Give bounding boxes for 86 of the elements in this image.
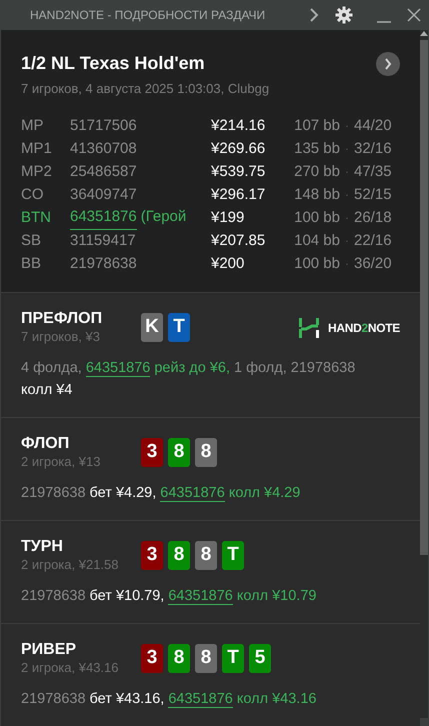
separator-dot: ·: [344, 258, 350, 272]
stack-bb: 100 bb: [293, 254, 340, 274]
player-id: 21978638: [70, 254, 137, 274]
player-stats: 26/18: [354, 208, 392, 228]
player-link[interactable]: 64351876: [168, 690, 233, 708]
position-label: CO: [21, 184, 44, 205]
logo-text: HAND2NOTE: [328, 320, 400, 336]
action-text: 21978638 бет ¥10.79, 64351876 колл ¥10.79: [21, 586, 318, 606]
stack-bb: 270 bb: [293, 162, 340, 182]
position-label: SB: [21, 230, 42, 251]
scroll-up-icon[interactable]: [420, 30, 428, 36]
action-text: 4 фолда, 64351876 рейз до ¥6, 1 фолд, 21978638 колл ¥4: [21, 358, 356, 400]
stack-amount: ¥269.66: [211, 138, 266, 159]
card: 8: [195, 540, 217, 570]
player-stats: 52/15: [354, 184, 392, 205]
close-icon[interactable]: [407, 8, 421, 22]
position-label: MP: [21, 116, 44, 136]
card: 8: [195, 644, 217, 672]
stack-bb: 107 bb: [293, 116, 340, 136]
street-name: ФЛОП: [21, 434, 70, 454]
stack-amount: ¥214.16: [211, 116, 266, 136]
stack-bb: 100 bb: [293, 208, 340, 228]
separator-dot: ·: [344, 188, 350, 202]
street-info: 2 игрока, ¥21.58: [21, 556, 120, 572]
card: 3: [141, 540, 163, 570]
logo-icon: [298, 316, 320, 338]
street-name: ТУРН: [21, 536, 64, 556]
player-link[interactable]: 64351876: [168, 588, 233, 604]
player-id: 51717506: [70, 116, 137, 136]
scroll-thumb[interactable]: [420, 40, 428, 555]
separator-dot: ·: [344, 166, 350, 180]
player-id: 31159417: [70, 230, 136, 251]
street-info: 2 игрока, ¥43.16: [21, 660, 120, 676]
street-info: 7 игроков, ¥3: [21, 328, 101, 344]
stack-bb: 104 bb: [293, 230, 340, 251]
player-id: 41360708: [70, 138, 137, 159]
card: T: [168, 312, 190, 342]
settings-icon[interactable]: [335, 6, 353, 24]
card: 3: [141, 644, 163, 672]
card: 8: [168, 540, 190, 570]
next-button[interactable]: [376, 52, 400, 76]
stack-amount: ¥199: [211, 208, 246, 228]
player-link[interactable]: 64351876: [160, 484, 225, 502]
card: 8: [195, 438, 217, 466]
chevron-icon: [384, 58, 392, 70]
hero-tag: (Герой: [140, 206, 186, 230]
stack-amount: ¥539.75: [211, 162, 266, 182]
card: 3: [141, 438, 163, 466]
stack-bb: 148 bb: [293, 184, 340, 205]
separator-dot: ·: [344, 212, 350, 226]
player-stats: 47/35: [354, 162, 392, 182]
stack-bb: 135 bb: [293, 138, 340, 159]
card: 5: [249, 644, 271, 672]
player-id: 25486587: [70, 162, 137, 182]
window-title: HAND2NOTE - ПОДРОБНОСТИ РАЗДАЧИ: [30, 7, 266, 24]
stack-amount: ¥296.17: [211, 184, 266, 205]
player-link[interactable]: 64351876: [86, 360, 150, 376]
separator-dot: ·: [344, 120, 350, 134]
hand-title: 1/2 NL Texas Hold'em: [21, 52, 205, 75]
street-name: РИВЕР: [21, 640, 78, 660]
scrollbar[interactable]: [420, 30, 428, 718]
stack-amount: ¥207.85: [211, 230, 266, 251]
card: K: [141, 312, 163, 342]
action-text: 21978638 бет ¥4.29, 64351876 колл ¥4.29: [21, 484, 302, 504]
card: T: [222, 540, 244, 570]
card: 8: [168, 644, 190, 672]
player-stats: 32/16: [354, 138, 392, 159]
card: T: [222, 644, 244, 672]
player-id[interactable]: 64351876: [70, 206, 137, 230]
position-label: MP2: [21, 162, 53, 182]
card: 8: [168, 438, 190, 466]
player-stats: 36/20: [354, 254, 392, 274]
position-label: BTN: [21, 208, 52, 228]
action-text: 21978638 бет ¥43.16, 64351876 колл ¥43.16: [21, 690, 318, 710]
player-id: 36409747: [70, 184, 137, 205]
street-info: 2 игрока, ¥13: [21, 454, 102, 470]
separator-dot: ·: [344, 142, 350, 156]
street-name: ПРЕФЛОП: [21, 308, 104, 328]
player-stats: 44/20: [354, 116, 392, 136]
player-stats: 22/16: [354, 230, 392, 251]
separator-dot: ·: [344, 234, 350, 248]
position-label: MP1: [21, 138, 53, 159]
stack-amount: ¥200: [211, 254, 246, 274]
position-label: BB: [21, 254, 42, 274]
chevron-icon[interactable]: [309, 8, 319, 22]
hand-subtitle: 7 игроков, 4 августа 2025 1:03:03, Clubgg: [21, 80, 270, 98]
